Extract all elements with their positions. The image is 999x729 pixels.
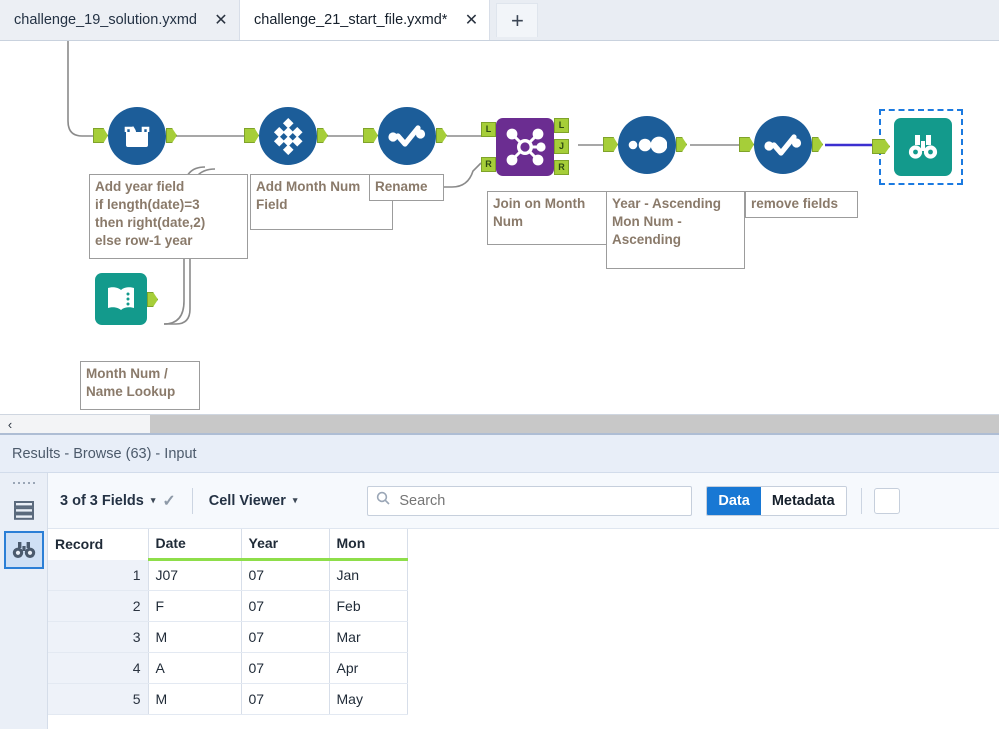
node-select-2[interactable] xyxy=(739,116,823,174)
results-title: Results - Browse (63) - Input xyxy=(0,435,999,473)
fields-selector[interactable]: 3 of 3 Fields ▾ ✓ xyxy=(48,491,188,511)
node-multi-field-formula[interactable] xyxy=(244,107,328,165)
column-header-date[interactable]: Date xyxy=(148,529,242,561)
table-row[interactable]: 3 M 07 Mar xyxy=(48,621,408,653)
join-output-join-port[interactable]: J xyxy=(554,139,569,154)
node-join[interactable]: L R L J R xyxy=(481,118,569,176)
join-output-left-port[interactable]: L xyxy=(554,118,569,133)
column-header-year[interactable]: Year xyxy=(241,529,330,561)
results-toolbar: 3 of 3 Fields ▾ ✓ Cell Viewer ▾ Da xyxy=(48,473,999,529)
multi-field-formula-icon xyxy=(259,107,317,165)
table-header-row: Record Date Year Mon xyxy=(48,529,408,561)
cell-viewer-label: Cell Viewer xyxy=(208,492,286,509)
cell-year: 07 xyxy=(241,683,330,715)
chevron-down-icon[interactable]: ▾ xyxy=(293,495,298,506)
tab-label: challenge_21_start_file.yxmd* xyxy=(254,11,448,28)
data-cleansing-icon xyxy=(108,107,166,165)
tab-bar-filler xyxy=(538,0,999,40)
search-icon xyxy=(376,491,390,510)
node-text-input-lookup[interactable] xyxy=(95,273,158,325)
data-button[interactable]: Data xyxy=(707,486,761,515)
workflow-canvas[interactable]: L R L J R Add year field if length(date)… xyxy=(0,41,999,414)
cell-date: A xyxy=(148,652,242,684)
cell-date: J07 xyxy=(148,559,242,591)
table-row[interactable]: 2 F 07 Feb xyxy=(48,590,408,622)
tab-close-icon[interactable]: ✕ xyxy=(213,10,229,30)
results-body: 3 of 3 Fields ▾ ✓ Cell Viewer ▾ Da xyxy=(0,473,999,729)
search-input[interactable] xyxy=(397,491,684,510)
annotation-rename[interactable]: Rename xyxy=(369,174,444,201)
results-panel: Results - Browse (63) - Input 3 of 3 Fie… xyxy=(0,433,999,729)
join-icon xyxy=(496,118,554,176)
cell-year: 07 xyxy=(241,621,330,653)
tab-challenge-19[interactable]: challenge_19_solution.yxmd ✕ xyxy=(0,0,240,40)
join-input-right-port[interactable]: R xyxy=(481,157,496,172)
node-data-cleansing[interactable] xyxy=(93,107,177,165)
tab-bar: challenge_19_solution.yxmd ✕ challenge_2… xyxy=(0,0,999,41)
cell-record: 3 xyxy=(48,621,149,653)
table-row[interactable]: 1 J07 07 Jan xyxy=(48,559,408,591)
metadata-button[interactable]: Metadata xyxy=(760,486,846,515)
node-browse[interactable] xyxy=(872,118,952,176)
cell-year: 07 xyxy=(241,559,330,591)
annotation-sort-order[interactable]: Year - Ascending Mon Num - Ascending xyxy=(606,191,745,269)
fields-label: 3 of 3 Fields xyxy=(60,492,144,509)
table-row[interactable]: 5 M 07 May xyxy=(48,683,408,715)
overflow-button[interactable] xyxy=(873,487,900,514)
browse-binoculars-icon[interactable] xyxy=(3,531,44,569)
column-header-record[interactable]: Record xyxy=(48,529,149,560)
toolbar-separator xyxy=(860,487,862,514)
results-table[interactable]: Record Date Year Mon 1 J07 07 Jan 2 F 07… xyxy=(48,529,999,729)
cell-record: 5 xyxy=(48,683,149,715)
search-box[interactable] xyxy=(367,485,693,516)
drag-grip-icon[interactable] xyxy=(8,476,39,489)
cell-record: 2 xyxy=(48,590,149,622)
annotation-month-num-name-lookup[interactable]: Month Num / Name Lookup xyxy=(80,361,200,410)
cell-mon: Jan xyxy=(329,559,408,591)
column-header-mon[interactable]: Mon xyxy=(329,529,408,561)
cell-date: M xyxy=(148,621,242,653)
browse-binoculars-icon xyxy=(894,118,952,176)
select-icon xyxy=(378,107,436,165)
cell-mon: Mar xyxy=(329,621,408,653)
text-input-book-icon xyxy=(95,273,147,325)
annotation-add-year-field[interactable]: Add year field if length(date)=3 then ri… xyxy=(89,174,248,259)
table-body: 1 J07 07 Jan 2 F 07 Feb 3 M 07 Mar 4 A 0… xyxy=(48,559,408,715)
toolbar-separator xyxy=(191,487,193,514)
cell-mon: May xyxy=(329,683,408,715)
cell-mon: Apr xyxy=(329,652,408,684)
join-input-left-port[interactable]: L xyxy=(481,122,496,137)
cell-viewer-selector[interactable]: Cell Viewer ▾ xyxy=(197,493,310,509)
cell-year: 07 xyxy=(241,590,330,622)
annotation-join-on-month-num[interactable]: Join on Month Num xyxy=(487,191,607,245)
tab-challenge-21[interactable]: challenge_21_start_file.yxmd* ✕ xyxy=(240,0,491,40)
rows-icon[interactable] xyxy=(4,491,44,529)
select-icon xyxy=(754,116,812,174)
sort-icon xyxy=(618,116,676,174)
check-icon[interactable]: ✓ xyxy=(162,491,175,511)
cell-record: 1 xyxy=(48,559,149,591)
node-sort[interactable] xyxy=(603,116,687,174)
cell-year: 07 xyxy=(241,652,330,684)
scroll-left-chevron-icon[interactable]: ‹ xyxy=(0,414,20,434)
cell-date: F xyxy=(148,590,242,622)
tab-close-icon[interactable]: ✕ xyxy=(463,10,479,30)
annotation-remove-fields[interactable]: remove fields xyxy=(745,191,858,218)
data-metadata-toggle[interactable]: Data Metadata xyxy=(706,485,847,516)
cell-date: M xyxy=(148,683,242,715)
new-tab-button[interactable]: + xyxy=(496,3,539,37)
data-table: Record Date Year Mon 1 J07 07 Jan 2 F 07… xyxy=(48,529,408,715)
tab-label: challenge_19_solution.yxmd xyxy=(14,11,197,28)
join-output-right-port[interactable]: R xyxy=(554,160,569,175)
cell-mon: Feb xyxy=(329,590,408,622)
table-row[interactable]: 4 A 07 Apr xyxy=(48,652,408,684)
scrollbar-thumb[interactable] xyxy=(20,414,150,434)
results-vertical-toolbar xyxy=(0,473,48,729)
node-select[interactable] xyxy=(363,107,447,165)
chevron-down-icon[interactable]: ▾ xyxy=(151,495,156,506)
canvas-horizontal-scrollbar[interactable]: ‹ xyxy=(0,414,999,434)
cell-record: 4 xyxy=(48,652,149,684)
